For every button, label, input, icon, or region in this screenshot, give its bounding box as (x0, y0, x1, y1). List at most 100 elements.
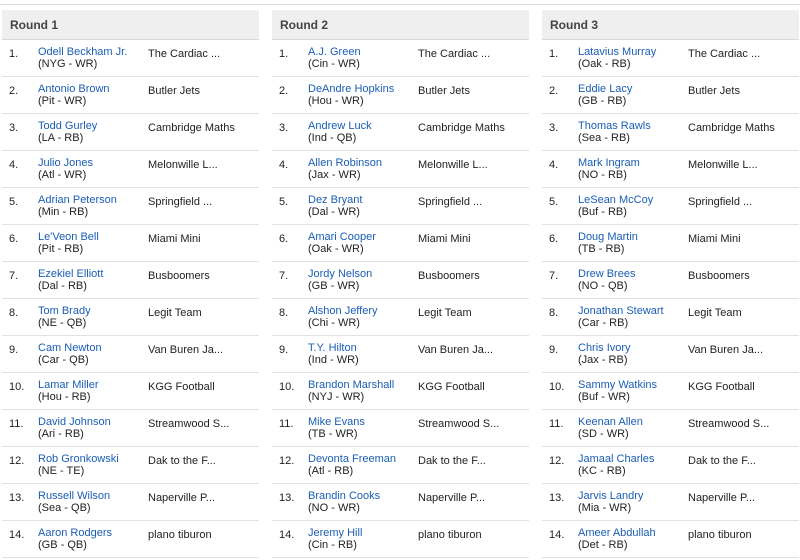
player-team-position: (Min - RB) (38, 206, 89, 218)
player-link[interactable]: Amari Cooper (308, 231, 376, 243)
player-cell: Ezekiel Elliott (Dal - RB) (38, 268, 103, 292)
fantasy-team-name: Streamwood S... (688, 418, 770, 430)
player-link[interactable]: Keenan Allen (578, 416, 643, 428)
pick-row: 11. Keenan Allen (SD - WR) Streamwood S... (542, 410, 799, 447)
fantasy-team-name: plano tiburon (418, 529, 482, 541)
player-link[interactable]: Mark Ingram (578, 157, 640, 169)
player-link[interactable]: Rob Gronkowski (38, 453, 119, 465)
player-cell: Mark Ingram (NO - RB) (578, 157, 640, 181)
player-team-position: (TB - RB) (578, 243, 625, 255)
player-link[interactable]: Tom Brady (38, 305, 91, 317)
player-link[interactable]: Jordy Nelson (308, 268, 372, 280)
pick-row: 9. T.Y. Hilton (Ind - WR) Van Buren Ja... (272, 336, 529, 373)
player-link[interactable]: Brandon Marshall (308, 379, 394, 391)
player-link[interactable]: Lamar Miller (38, 379, 99, 391)
player-cell: DeAndre Hopkins (Hou - WR) (308, 83, 394, 107)
pick-number: 1. (279, 48, 289, 60)
fantasy-team-name: KGG Football (688, 381, 755, 393)
player-link[interactable]: Jonathan Stewart (578, 305, 664, 317)
pick-number: 9. (9, 344, 19, 356)
player-cell: T.Y. Hilton (Ind - WR) (308, 342, 359, 366)
player-team-position: (KC - RB) (578, 465, 626, 477)
player-link[interactable]: DeAndre Hopkins (308, 83, 394, 95)
player-link[interactable]: Ezekiel Elliott (38, 268, 103, 280)
pick-number: 11. (9, 418, 24, 430)
round-header: Round 1 (2, 10, 259, 40)
player-link[interactable]: Odell Beckham Jr. (38, 46, 127, 58)
pick-row: 14. Jeremy Hill (Cin - RB) plano tiburon (272, 521, 529, 558)
player-link[interactable]: Allen Robinson (308, 157, 382, 169)
pick-number: 8. (549, 307, 559, 319)
round-picks-list: 1. A.J. Green (Cin - WR) The Cardiac ... 2. D… (272, 40, 529, 558)
pick-row: 1. A.J. Green (Cin - WR) The Cardiac ... (272, 40, 529, 77)
player-link[interactable]: Cam Newton (38, 342, 102, 354)
fantasy-team-name: Busboomers (418, 270, 480, 282)
player-link[interactable]: Jamaal Charles (578, 453, 654, 465)
pick-row: 12. Rob Gronkowski (NE - TE) Dak to the F..… (2, 447, 259, 484)
player-link[interactable]: A.J. Green (308, 46, 361, 58)
player-team-position: (Atl - RB) (308, 465, 354, 477)
player-link[interactable]: Drew Brees (578, 268, 635, 280)
fantasy-team-name: Naperville P... (418, 492, 486, 504)
pick-row: 14. Aaron Rodgers (GB - QB) plano tiburon (2, 521, 259, 558)
player-link[interactable]: Mike Evans (308, 416, 365, 428)
player-team-position: (NYJ - WR) (308, 391, 365, 403)
player-link[interactable]: Doug Martin (578, 231, 638, 243)
player-link[interactable]: Eddie Lacy (578, 83, 632, 95)
player-link[interactable]: T.Y. Hilton (308, 342, 359, 354)
player-link[interactable]: Ameer Abdullah (578, 527, 656, 539)
pick-number: 4. (9, 159, 19, 171)
player-team-position: (Car - RB) (578, 317, 629, 329)
pick-number: 7. (279, 270, 289, 282)
pick-number: 12. (9, 455, 25, 467)
pick-row: 8. Jonathan Stewart (Car - RB) Legit Team (542, 299, 799, 336)
fantasy-team-name: Streamwood S... (148, 418, 230, 430)
player-link[interactable]: Andrew Luck (308, 120, 372, 132)
player-link[interactable]: Alshon Jeffery (308, 305, 378, 317)
player-link[interactable]: Le'Veon Bell (38, 231, 99, 243)
player-link[interactable]: Todd Gurley (38, 120, 97, 132)
pick-number: 4. (549, 159, 559, 171)
player-link[interactable]: Chris Ivory (578, 342, 631, 354)
player-link[interactable]: Brandin Cooks (308, 490, 380, 502)
player-link[interactable]: Adrian Peterson (38, 194, 117, 206)
fantasy-team-name: Butler Jets (688, 85, 740, 97)
fantasy-team-name: Busboomers (148, 270, 210, 282)
fantasy-team-name: Van Buren Ja... (148, 344, 224, 356)
player-link[interactable]: Devonta Freeman (308, 453, 396, 465)
player-link[interactable]: Antonio Brown (38, 83, 110, 95)
pick-row: 6. Doug Martin (TB - RB) Miami Mini (542, 225, 799, 262)
player-team-position: (NO - QB) (578, 280, 628, 292)
pick-number: 12. (279, 455, 295, 467)
fantasy-team-name: Legit Team (418, 307, 472, 319)
pick-row: 5. LeSean McCoy (Buf - RB) Springfield ... (542, 188, 799, 225)
player-link[interactable]: Latavius Murray (578, 46, 656, 58)
player-link[interactable]: Thomas Rawls (578, 120, 651, 132)
fantasy-team-name: Dak to the F... (148, 455, 216, 467)
player-cell: Aaron Rodgers (GB - QB) (38, 527, 112, 551)
player-link[interactable]: Sammy Watkins (578, 379, 657, 391)
pick-number: 6. (279, 233, 289, 245)
player-link[interactable]: Dez Bryant (308, 194, 362, 206)
fantasy-team-name: Legit Team (688, 307, 742, 319)
player-cell: Brandon Marshall (NYJ - WR) (308, 379, 394, 403)
player-link[interactable]: Russell Wilson (38, 490, 110, 502)
player-cell: Dez Bryant (Dal - WR) (308, 194, 362, 218)
player-link[interactable]: David Johnson (38, 416, 111, 428)
player-team-position: (Hou - WR) (308, 95, 364, 107)
player-cell: Le'Veon Bell (Pit - RB) (38, 231, 99, 255)
player-link[interactable]: LeSean McCoy (578, 194, 653, 206)
player-cell: Jordy Nelson (GB - WR) (308, 268, 372, 292)
player-link[interactable]: Jarvis Landry (578, 490, 643, 502)
player-link[interactable]: Julio Jones (38, 157, 93, 169)
pick-row: 2. DeAndre Hopkins (Hou - WR) Butler Jets (272, 77, 529, 114)
pick-row: 4. Mark Ingram (NO - RB) Melonwille L... (542, 151, 799, 188)
pick-row: 1. Odell Beckham Jr. (NYG - WR) The Cardiac… (2, 40, 259, 77)
pick-row: 14. Ameer Abdullah (Det - RB) plano tiburon (542, 521, 799, 558)
pick-number: 3. (9, 122, 19, 134)
pick-row: 2. Eddie Lacy (GB - RB) Butler Jets (542, 77, 799, 114)
player-link[interactable]: Aaron Rodgers (38, 527, 112, 539)
player-link[interactable]: Jeremy Hill (308, 527, 362, 539)
player-team-position: (SD - WR) (578, 428, 629, 440)
player-cell: Allen Robinson (Jax - WR) (308, 157, 382, 181)
